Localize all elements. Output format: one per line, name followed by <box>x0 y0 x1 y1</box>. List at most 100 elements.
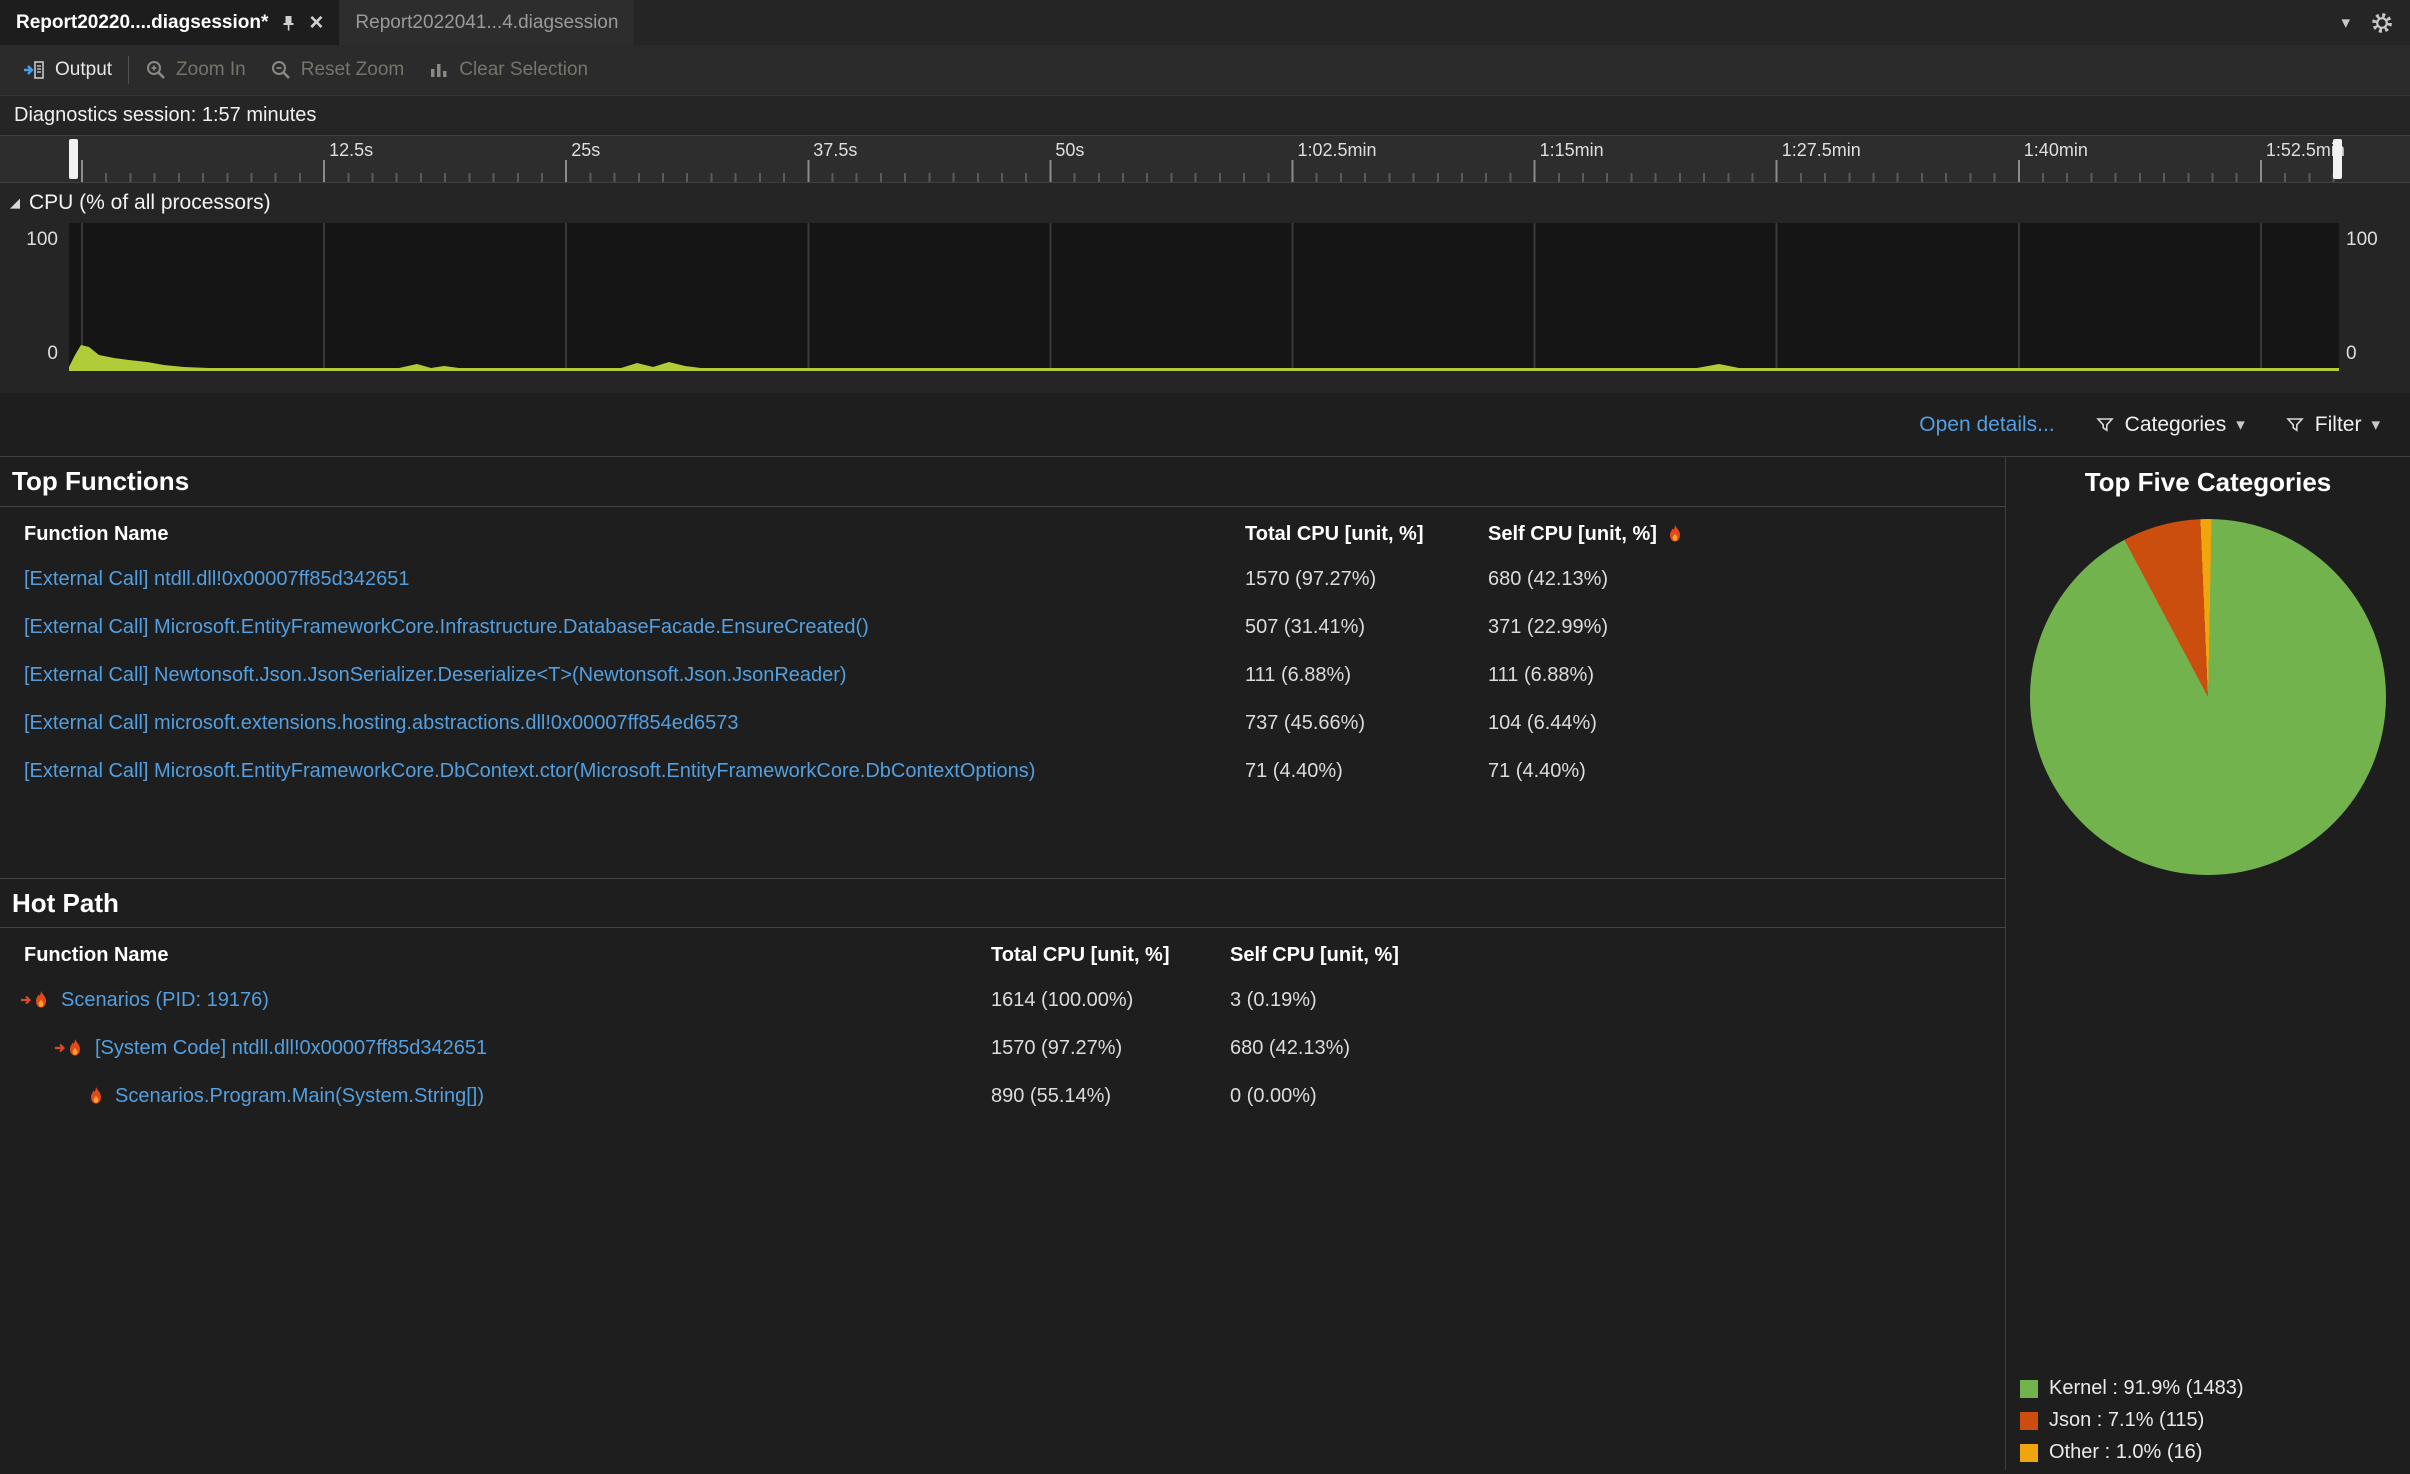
function-link[interactable]: Scenarios (PID: 19176) <box>61 989 269 1012</box>
table-row: [External Call] ntdll.dll!0x00007ff85d34… <box>0 555 2005 603</box>
timeline-ruler[interactable]: 12.5s 25s 37.5s 50s 1:02.5min 1:15min 1:27.5mi… <box>0 135 2410 183</box>
column-header-total-cpu[interactable]: Total CPU [unit, %] <box>1245 523 1488 546</box>
collapse-triangle-icon[interactable]: ◢ <box>10 195 20 211</box>
legend-label: Other : 1.0% (16) <box>2049 1441 2203 1463</box>
filter-funnel-icon <box>2285 415 2305 435</box>
total-cpu-value: 890 (55.14%) <box>991 1084 1112 1107</box>
tab-bar: Report20220....diagsession* × Report2022… <box>0 0 2410 45</box>
reset-zoom-label: Reset Zoom <box>300 59 405 80</box>
timeline-left-handle[interactable] <box>69 139 78 179</box>
pie-legend: Kernel : 91.9% (1483) Json : 7.1% (115) … <box>2020 1377 2244 1464</box>
column-header-total-cpu[interactable]: Total CPU [unit, %] <box>991 944 1230 967</box>
ruler-tick-label: 1:15min <box>1539 140 1604 160</box>
chevron-down-icon: ▾ <box>2236 414 2245 434</box>
reset-zoom-button[interactable]: Reset Zoom <box>258 45 416 95</box>
reset-zoom-icon <box>270 59 292 81</box>
filter-dropdown[interactable]: Filter ▾ <box>2285 413 2380 437</box>
section-title: Top Functions <box>12 466 190 496</box>
function-link[interactable]: [External Call] Newtonsoft.Json.JsonSeri… <box>24 664 847 686</box>
categories-pie <box>2030 519 2386 875</box>
close-icon[interactable]: × <box>309 10 323 35</box>
table-row: Scenarios.Program.Main(System.String[]) … <box>0 1072 2005 1120</box>
function-link[interactable]: [System Code] ntdll.dll!0x00007ff85d3426… <box>95 1037 487 1060</box>
function-link[interactable]: [External Call] Microsoft.EntityFramewor… <box>24 760 1035 782</box>
zoom-in-button[interactable]: Zoom In <box>133 45 258 95</box>
output-button[interactable]: Output <box>10 45 124 95</box>
column-header-self-cpu[interactable]: Self CPU [unit, %] <box>1230 944 2005 967</box>
clear-selection-icon <box>428 59 450 81</box>
categories-label: Categories <box>2124 412 2227 436</box>
pin-icon[interactable] <box>280 14 297 32</box>
hot-path-flame-arrow-icon <box>54 1038 84 1058</box>
diagnostics-session-label: Diagnostics session: 1:57 minutes <box>0 95 2410 135</box>
function-link[interactable]: Scenarios.Program.Main(System.String[]) <box>115 1085 484 1108</box>
legend-item: Kernel : 91.9% (1483) <box>2020 1377 2244 1400</box>
top-functions-column-headers: Function Name Total CPU [unit, %] Self C… <box>0 507 2005 555</box>
total-cpu-value: 1570 (97.27%) <box>1245 567 1377 590</box>
table-row: [External Call] Microsoft.EntityFramewor… <box>0 603 2005 651</box>
timeline-right-handle[interactable] <box>2333 139 2342 179</box>
self-cpu-value: 371 (22.99%) <box>1488 615 1609 638</box>
total-cpu-value: 507 (31.41%) <box>1245 615 1366 638</box>
self-cpu-value: 680 (42.13%) <box>1488 567 1609 590</box>
ruler-tick-label: 1:40min <box>2023 140 2088 160</box>
ruler-major-ticks <box>69 160 2339 182</box>
open-details-link[interactable]: Open details... <box>1919 413 2054 437</box>
clear-selection-label: Clear Selection <box>459 59 589 80</box>
chevron-down-icon[interactable]: ▾ <box>2341 13 2350 33</box>
function-link[interactable]: [External Call] Microsoft.EntityFramewor… <box>24 616 869 638</box>
filter-funnel-icon <box>2095 415 2115 435</box>
report-main-panel: Top Functions Function Name Total CPU [u… <box>0 457 2006 1470</box>
flame-icon <box>88 1086 104 1106</box>
total-cpu-value: 111 (6.88%) <box>1245 663 1351 686</box>
function-link[interactable]: [External Call] ntdll.dll!0x00007ff85d34… <box>24 568 409 590</box>
function-link[interactable]: [External Call] microsoft.extensions.hos… <box>24 712 739 734</box>
hot-path-flame-arrow-icon <box>20 990 50 1010</box>
legend-swatch-other <box>2020 1443 2038 1462</box>
tab-active-report[interactable]: Report20220....diagsession* × <box>0 0 340 45</box>
y-axis-min-right: 0 <box>2346 343 2357 364</box>
legend-item: Json : 7.1% (115) <box>2020 1409 2244 1432</box>
y-axis-max-left: 100 <box>26 229 58 250</box>
filter-label: Filter <box>2314 412 2362 436</box>
total-cpu-value: 1570 (97.27%) <box>991 1036 1123 1059</box>
legend-swatch-kernel <box>2020 1379 2038 1398</box>
cpu-section-header[interactable]: ◢ CPU (% of all processors) <box>0 183 2410 223</box>
self-cpu-value: 111 (6.88%) <box>1488 663 1594 686</box>
ruler-tick-label: 50s <box>1055 140 1085 160</box>
table-row: [External Call] microsoft.extensions.hos… <box>0 699 2005 747</box>
gear-icon[interactable] <box>2370 11 2394 35</box>
column-header-self-cpu[interactable]: Self CPU [unit, %] <box>1488 523 2005 546</box>
legend-label: Kernel : 91.9% (1483) <box>2049 1377 2244 1399</box>
tab-inactive-report[interactable]: Report2022041...4.diagsession <box>339 0 635 45</box>
hot-path-header: Hot Path <box>0 878 2005 928</box>
legend-label: Json : 7.1% (115) <box>2049 1409 2205 1431</box>
chevron-down-icon: ▾ <box>2371 414 2380 434</box>
self-cpu-value: 104 (6.44%) <box>1488 711 1597 734</box>
categories-dropdown[interactable]: Categories ▾ <box>2095 413 2245 437</box>
categories-panel-title: Top Five Categories <box>2084 466 2332 497</box>
report-controls-row: Open details... Categories ▾ Filter ▾ <box>0 393 2410 457</box>
flame-icon <box>1667 524 1683 544</box>
table-row: [External Call] Microsoft.EntityFramewor… <box>0 747 2005 795</box>
top-five-categories-panel: Top Five Categories Kernel : 91.9% (1483… <box>2006 457 2410 1470</box>
total-cpu-value: 1614 (100.00%) <box>991 988 1134 1011</box>
column-header-function-name[interactable]: Function Name <box>0 523 1245 546</box>
self-cpu-value: 3 (0.19%) <box>1230 988 1317 1011</box>
self-cpu-header-label: Self CPU [unit, %] <box>1488 522 1657 545</box>
table-row: [System Code] ntdll.dll!0x00007ff85d3426… <box>0 1024 2005 1072</box>
y-axis-min-left: 0 <box>47 343 58 364</box>
toolbar-separator <box>128 56 130 84</box>
table-row: [External Call] Newtonsoft.Json.JsonSeri… <box>0 651 2005 699</box>
self-cpu-value: 71 (4.40%) <box>1488 759 1586 782</box>
ruler-tick-label: 1:02.5min <box>1297 140 1377 160</box>
cpu-sparkline <box>69 345 2339 371</box>
top-functions-header: Top Functions <box>0 457 2005 507</box>
column-header-function-name[interactable]: Function Name <box>0 944 991 967</box>
tabbar-right-controls: ▾ <box>2341 0 2410 45</box>
total-cpu-value: 71 (4.40%) <box>1245 759 1343 782</box>
cpu-usage-graph[interactable] <box>69 223 2339 371</box>
clear-selection-button[interactable]: Clear Selection <box>416 45 600 95</box>
self-cpu-value: 680 (42.13%) <box>1230 1036 1351 1059</box>
